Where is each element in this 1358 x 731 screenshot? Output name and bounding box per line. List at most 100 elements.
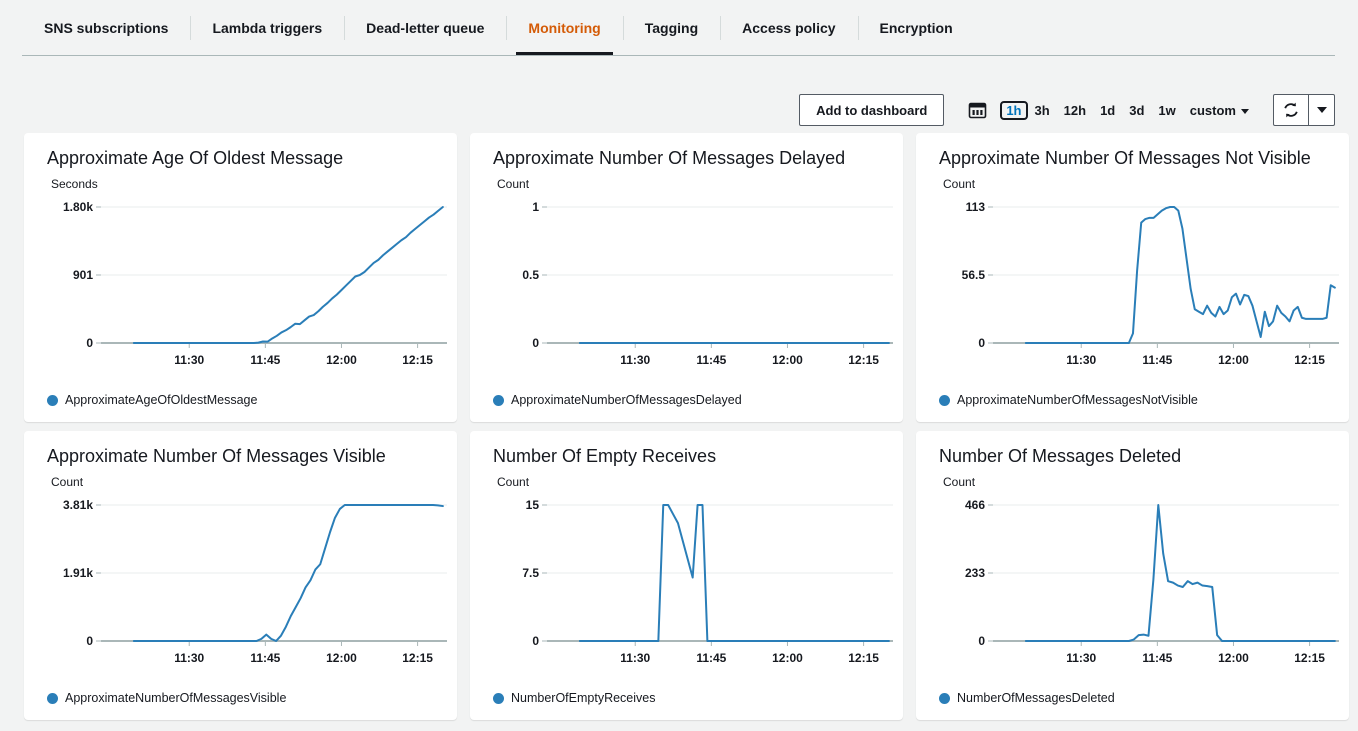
svg-text:0: 0 <box>978 336 985 350</box>
chart-plot[interactable]: 00.5111:3011:4512:0012:15 <box>493 193 903 378</box>
svg-text:1: 1 <box>532 200 539 214</box>
add-to-dashboard-button[interactable]: Add to dashboard <box>799 94 944 126</box>
legend-label: ApproximateNumberOfMessagesVisible <box>65 691 286 705</box>
range-1d[interactable]: 1d <box>1093 101 1122 120</box>
metric-card-approximate-number-of-messages-visible: Approximate Number Of Messages Visible C… <box>24 431 457 720</box>
svg-text:12:00: 12:00 <box>326 353 357 367</box>
chart-legend: NumberOfMessagesDeleted <box>939 691 1115 705</box>
svg-text:0: 0 <box>86 634 93 648</box>
tab-label: Monitoring <box>528 20 600 36</box>
range-1w[interactable]: 1w <box>1151 101 1182 120</box>
tab-encryption[interactable]: Encryption <box>858 0 975 56</box>
card-title: Approximate Age Of Oldest Message <box>47 148 440 169</box>
chart-legend: ApproximateNumberOfMessagesDelayed <box>493 393 742 407</box>
tab-label: SNS subscriptions <box>44 20 168 36</box>
svg-text:7.5: 7.5 <box>522 566 539 580</box>
svg-text:0: 0 <box>532 634 539 648</box>
tab-tagging[interactable]: Tagging <box>623 0 720 56</box>
chart-plot[interactable]: 0 233 466 11:30 11:45 12:00 12:15 <box>939 491 1349 676</box>
refresh-icon[interactable] <box>1274 95 1308 125</box>
range-3d[interactable]: 3d <box>1122 101 1151 120</box>
svg-text:1.80k: 1.80k <box>63 200 93 214</box>
svg-text:15: 15 <box>526 498 540 512</box>
range-3h[interactable]: 3h <box>1028 101 1057 120</box>
metric-card-number-of-empty-receives: Number Of Empty Receives Count 0 7.5 15 11:… <box>470 431 903 720</box>
svg-text:233: 233 <box>965 566 985 580</box>
svg-text:12:15: 12:15 <box>402 651 433 665</box>
svg-text:11:30: 11:30 <box>620 651 650 665</box>
svg-text:12:00: 12:00 <box>1218 353 1249 367</box>
range-custom[interactable]: custom <box>1183 101 1251 120</box>
refresh-dropdown-button[interactable] <box>1308 95 1334 125</box>
tab-label: Tagging <box>645 20 698 36</box>
svg-text:12:00: 12:00 <box>772 651 803 665</box>
add-to-dashboard-label: Add to dashboard <box>816 103 927 118</box>
legend-color-swatch <box>47 693 58 704</box>
metric-card-approximate-age-of-oldest-message: Approximate Age Of Oldest Message Second… <box>24 133 457 422</box>
range-12h[interactable]: 12h <box>1057 101 1093 120</box>
svg-text:466: 466 <box>965 498 985 512</box>
tab-bar-divider <box>22 55 1335 56</box>
svg-text:0: 0 <box>532 336 539 350</box>
legend-color-swatch <box>493 693 504 704</box>
svg-text:11:45: 11:45 <box>1142 353 1172 367</box>
svg-text:11:30: 11:30 <box>174 353 204 367</box>
svg-text:11:45: 11:45 <box>696 651 726 665</box>
metric-card-approximate-number-of-messages-not-visible: Approximate Number Of Messages Not Visib… <box>916 133 1349 422</box>
chart-plot[interactable]: 01.91k3.81k11:3011:4512:0012:15 <box>47 491 457 676</box>
svg-text:11:45: 11:45 <box>250 353 280 367</box>
tab-sns-subscriptions[interactable]: SNS subscriptions <box>22 0 190 56</box>
time-range-selector: 1h 3h 12h 1d 3d 1w custom <box>966 100 1251 120</box>
chart-plot[interactable]: 056.511311:3011:4512:0012:15 <box>939 193 1349 378</box>
svg-text:12:00: 12:00 <box>1218 651 1249 665</box>
monitoring-toolbar: Add to dashboard 1h 3h 12h 1d 3d 1w cust… <box>0 94 1335 126</box>
card-title: Approximate Number Of Messages Visible <box>47 446 440 467</box>
chart-plot[interactable]: 0 901 1.80k 11:30 11:45 12:00 12:15 <box>47 193 457 378</box>
svg-text:113: 113 <box>966 200 986 214</box>
svg-text:12:15: 12:15 <box>402 353 433 367</box>
y-axis-unit-label: Count <box>943 475 1332 489</box>
svg-text:12:15: 12:15 <box>848 353 879 367</box>
card-title: Number Of Messages Deleted <box>939 446 1332 467</box>
y-axis-unit-label: Count <box>497 475 886 489</box>
tab-lambda-triggers[interactable]: Lambda triggers <box>190 0 344 56</box>
svg-text:11:30: 11:30 <box>174 651 204 665</box>
chart-legend: ApproximateAgeOfOldestMessage <box>47 393 257 407</box>
legend-label: NumberOfEmptyReceives <box>511 691 656 705</box>
y-axis-unit-label: Count <box>943 177 1332 191</box>
range-custom-label: custom <box>1190 103 1236 118</box>
svg-text:11:45: 11:45 <box>696 353 726 367</box>
svg-text:12:15: 12:15 <box>848 651 879 665</box>
legend-label: ApproximateNumberOfMessagesNotVisible <box>957 393 1198 407</box>
svg-text:3.81k: 3.81k <box>63 498 93 512</box>
y-axis-unit-label: Count <box>497 177 886 191</box>
tab-label: Lambda triggers <box>212 20 322 36</box>
range-1h[interactable]: 1h <box>1000 101 1027 120</box>
metrics-grid: Approximate Age Of Oldest Message Second… <box>24 133 1334 720</box>
y-axis-unit-label: Seconds <box>51 177 440 191</box>
chart-plot[interactable]: 0 7.5 15 11:30 11:45 12:00 12:15 <box>493 491 903 676</box>
card-title: Approximate Number Of Messages Not Visib… <box>939 148 1332 169</box>
svg-text:11:45: 11:45 <box>250 651 280 665</box>
legend-label: ApproximateAgeOfOldestMessage <box>65 393 257 407</box>
tab-bar: SNS subscriptions Lambda triggers Dead-l… <box>0 0 1358 56</box>
svg-text:0: 0 <box>86 336 93 350</box>
card-title: Number Of Empty Receives <box>493 446 886 467</box>
svg-text:11:30: 11:30 <box>620 353 650 367</box>
tab-access-policy[interactable]: Access policy <box>720 0 857 56</box>
tab-dead-letter-queue[interactable]: Dead-letter queue <box>344 0 506 56</box>
chart-legend: NumberOfEmptyReceives <box>493 691 656 705</box>
svg-text:11:30: 11:30 <box>1066 651 1096 665</box>
legend-color-swatch <box>939 693 950 704</box>
svg-text:11:30: 11:30 <box>1066 353 1096 367</box>
calendar-icon[interactable] <box>966 100 988 120</box>
svg-text:12:15: 12:15 <box>1294 651 1325 665</box>
svg-text:12:00: 12:00 <box>772 353 803 367</box>
metric-card-number-of-messages-deleted: Number Of Messages Deleted Count 0 233 466… <box>916 431 1349 720</box>
svg-text:901: 901 <box>73 268 93 282</box>
svg-text:12:15: 12:15 <box>1294 353 1325 367</box>
tab-monitoring[interactable]: Monitoring <box>506 0 622 56</box>
svg-text:11:45: 11:45 <box>1142 651 1172 665</box>
tab-label: Dead-letter queue <box>366 20 484 36</box>
svg-text:0: 0 <box>978 634 985 648</box>
